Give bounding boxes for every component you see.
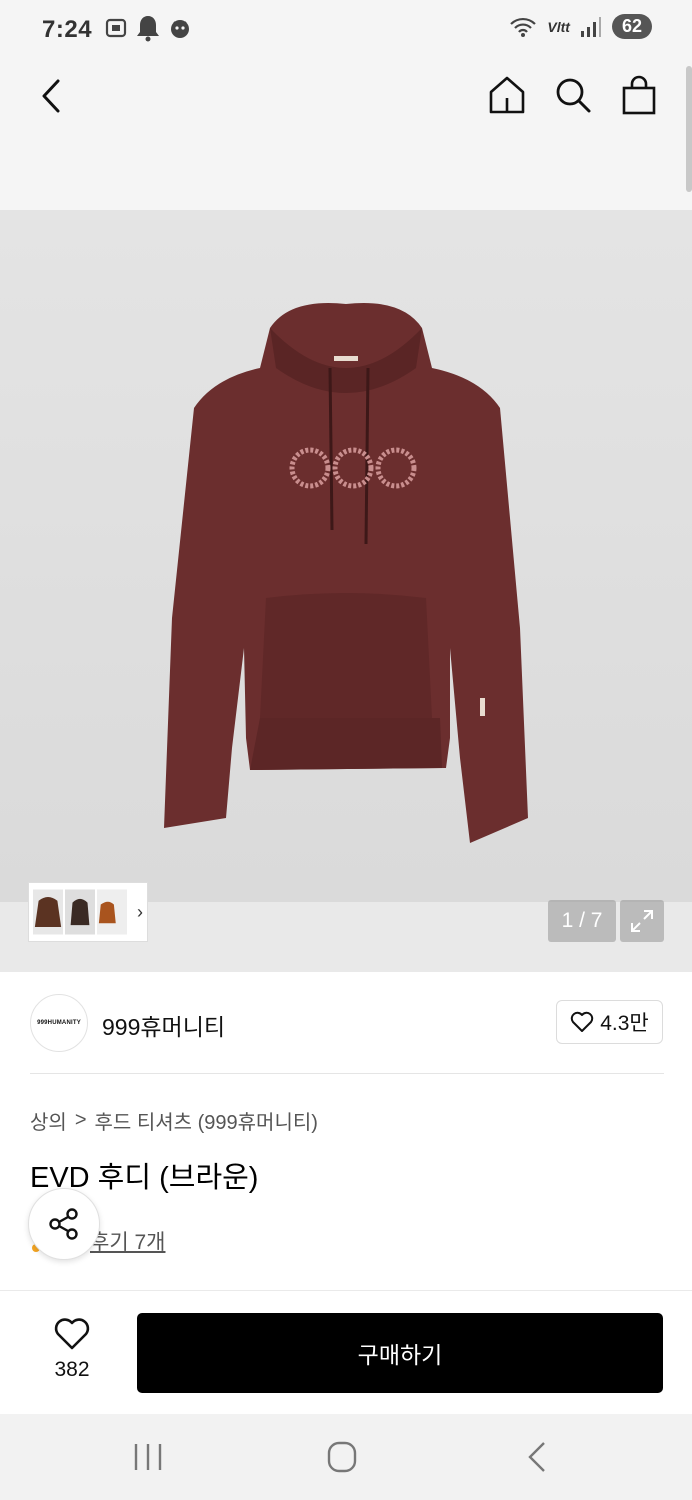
review-link[interactable]: 후기 7개 xyxy=(90,1226,165,1256)
brand-row[interactable]: 999HUMANITY 999휴머니티 4.3만 xyxy=(0,972,692,1074)
share-icon xyxy=(49,1208,78,1240)
bottom-action-bar: 382 구매하기 xyxy=(0,1290,692,1414)
search-icon xyxy=(556,78,591,113)
recent-apps-icon xyxy=(134,1444,162,1470)
wishlist-button[interactable]: 382 xyxy=(36,1317,108,1387)
expand-button[interactable] xyxy=(620,900,664,942)
status-bar: 7:24 Vltt 62 xyxy=(0,0,692,62)
heart-icon xyxy=(54,1318,90,1350)
image-counter: 1 / 7 xyxy=(548,900,616,942)
nav-actions xyxy=(488,74,658,116)
chevron-left-icon xyxy=(42,79,60,113)
search-button[interactable] xyxy=(554,74,592,116)
system-icons: Vltt 62 xyxy=(509,14,652,39)
signal-icon xyxy=(580,16,601,37)
thumbnail-dark[interactable] xyxy=(65,888,95,936)
buy-button[interactable]: 구매하기 xyxy=(137,1313,663,1393)
home-nav-button[interactable] xyxy=(326,1438,358,1476)
breadcrumb-subcategory[interactable]: 후드 티셔츠 (999휴머니티) xyxy=(95,1106,318,1135)
shopping-bag-icon xyxy=(622,75,656,115)
brand-like-count: 4.3만 xyxy=(600,1012,649,1035)
status-time: 7:24 xyxy=(42,16,93,43)
back-button[interactable] xyxy=(34,76,70,116)
divider xyxy=(30,1073,664,1074)
volte-label: Vltt xyxy=(547,18,570,35)
share-button[interactable] xyxy=(28,1188,100,1260)
breadcrumb-separator: > xyxy=(74,1109,87,1131)
thumbnail-brown[interactable] xyxy=(33,888,63,936)
screenshot-icon xyxy=(105,18,127,38)
back-arrow-icon xyxy=(528,1442,545,1472)
recent-apps-button[interactable] xyxy=(132,1438,164,1476)
brand-logo[interactable]: 999HUMANITY xyxy=(30,994,88,1052)
wishlist-count: 382 xyxy=(54,1358,90,1381)
app-notification-icon xyxy=(171,20,189,38)
wifi-icon xyxy=(510,17,537,37)
home-icon xyxy=(489,76,525,114)
android-navigation-bar xyxy=(0,1414,692,1500)
top-navigation xyxy=(0,62,692,210)
breadcrumb: 상의 > 후드 티셔츠 (999휴머니티) xyxy=(30,1106,318,1135)
scroll-indicator[interactable] xyxy=(686,66,692,192)
notification-icons xyxy=(104,14,192,42)
cart-button[interactable] xyxy=(620,74,658,116)
brand-name[interactable]: 999휴머니티 xyxy=(102,1008,225,1042)
battery-level: 62 xyxy=(611,14,652,39)
brand-like-button[interactable]: 4.3만 xyxy=(556,1000,663,1044)
expand-icon xyxy=(631,910,653,932)
product-image-hoodie xyxy=(164,303,528,843)
bell-icon xyxy=(137,16,159,42)
chevron-right-icon: › xyxy=(137,901,143,922)
thumbnail-orange[interactable] xyxy=(97,888,127,936)
thumbnail-strip[interactable]: › xyxy=(28,882,148,942)
home-button[interactable] xyxy=(488,74,526,116)
heart-icon xyxy=(571,1011,594,1032)
back-nav-button[interactable] xyxy=(524,1438,550,1476)
home-circle-icon xyxy=(327,1441,357,1473)
breadcrumb-category[interactable]: 상의 xyxy=(30,1106,67,1135)
product-image-gallery[interactable]: › 1 / 7 xyxy=(0,210,692,972)
